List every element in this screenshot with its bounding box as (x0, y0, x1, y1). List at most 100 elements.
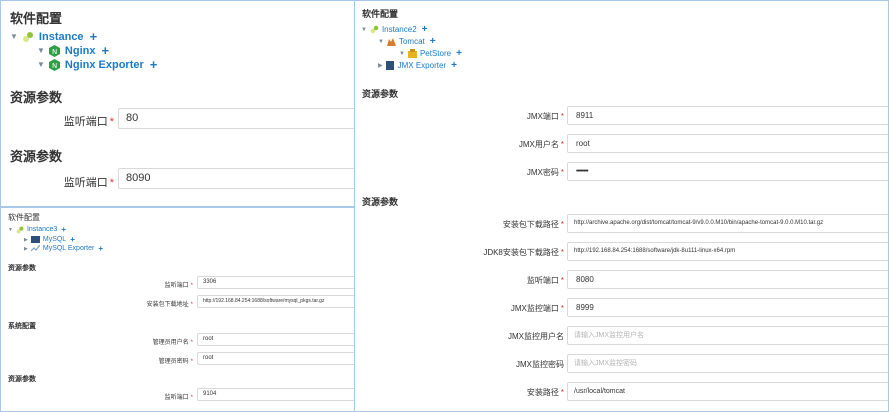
tree-node-instance2[interactable]: ▼ Instance2 + (361, 24, 428, 35)
add-icon[interactable]: + (430, 36, 436, 47)
jmx-username-input[interactable]: root (567, 134, 888, 153)
add-icon[interactable]: + (98, 244, 103, 253)
listen-port-input[interactable]: 9104 (197, 388, 354, 401)
field-label-text: JMX监控用户名 (508, 332, 564, 341)
jmx-monitor-password-input[interactable]: 请输入JMX监控密码 (567, 354, 888, 373)
tree-node-label[interactable]: Nginx Exporter (65, 59, 144, 71)
tree-node-petstore[interactable]: ▼ PetStore + (399, 48, 462, 59)
field-label: 安装包下载地址 * (61, 299, 193, 308)
tree-node-label[interactable]: Instance (39, 31, 84, 43)
listen-port-input[interactable]: 3306 (197, 276, 354, 289)
add-icon[interactable]: + (150, 57, 158, 72)
tree-node-label[interactable]: Instance3 (27, 226, 57, 233)
tree-node-mysql-exporter[interactable]: ▶ MySQL Exporter + (24, 244, 103, 253)
chevron-down-icon[interactable]: ▼ (8, 227, 13, 233)
jmx-password-input[interactable]: •••••••• (567, 162, 888, 181)
field-label: 管理员用户名 * (61, 337, 193, 346)
listen-port-input[interactable]: 80 (118, 108, 354, 129)
panel-title: 软件配置 (10, 11, 63, 26)
tree-node-label[interactable]: PetStore (420, 49, 451, 58)
chevron-down-icon[interactable]: ▼ (37, 46, 45, 55)
field-label: JMX监控用户名 (415, 331, 564, 342)
tree-node-tomcat[interactable]: ▼ Tomcat + (378, 36, 436, 47)
package-url-input[interactable]: http://192.168.84.254:1688/software/mysq… (197, 295, 354, 308)
tree-node-label[interactable]: Nginx (65, 45, 96, 57)
field-label: JDK8安装包下载路径 * (415, 247, 564, 258)
svg-text:N: N (52, 48, 57, 56)
instance-icon (16, 226, 24, 234)
tree-node-instance3[interactable]: ▼ Instance3 + (8, 225, 66, 234)
jmx-monitor-port-input[interactable]: 8999 (567, 298, 888, 317)
field-label: JMX监控密码 (415, 359, 564, 370)
chevron-right-icon[interactable]: ▶ (24, 246, 28, 252)
tree-node-mysql[interactable]: ▶ MySQL + (24, 235, 75, 244)
chevron-down-icon[interactable]: ▼ (361, 27, 367, 33)
required-mark: * (560, 220, 564, 229)
jmx-port-input[interactable]: 8911 (567, 106, 888, 125)
add-icon[interactable]: + (61, 225, 66, 234)
field-label-text: JMX监控端口 (510, 304, 559, 313)
panel-nginx: 软件配置 ▼ Instance + ▼ N Nginx + ▼ N Nginx … (0, 0, 355, 207)
install-path-input[interactable]: /usr/local/tomcat (567, 382, 888, 401)
add-icon[interactable]: + (422, 24, 428, 35)
instance-icon (22, 31, 34, 43)
tree-node-label[interactable]: Tomcat (399, 37, 425, 46)
jmx-monitor-username-input[interactable]: 请输入JMX监控用户名 (567, 326, 888, 345)
add-icon[interactable]: + (451, 60, 457, 71)
tree-node-nginx[interactable]: ▼ N Nginx + (37, 43, 109, 58)
required-mark: * (109, 177, 114, 189)
field-label: 监听端口 * (21, 174, 114, 190)
field-label: JMX密码 * (415, 167, 564, 178)
add-icon[interactable]: + (70, 235, 75, 244)
chevron-down-icon[interactable]: ▼ (10, 32, 18, 41)
required-mark: * (560, 168, 564, 177)
section-title: 资源参数 (10, 149, 63, 164)
petstore-icon (407, 49, 417, 58)
tree-node-label[interactable]: MySQL (43, 236, 66, 243)
tree-node-label[interactable]: MySQL Exporter (43, 245, 94, 252)
field-label-text: 监听端口 (526, 276, 559, 285)
tree-node-jmx-exporter[interactable]: ▶ JMX Exporter + (378, 60, 457, 71)
jdk-url-input[interactable]: http://192.168.84.254:1688/software/jdk-… (567, 242, 888, 261)
field-label: 管理员密码 * (61, 356, 193, 365)
chevron-down-icon[interactable]: ▼ (378, 39, 384, 45)
add-icon[interactable]: + (456, 48, 462, 59)
field-label-text: 管理员用户名 (152, 340, 189, 346)
admin-username-input[interactable]: root (197, 333, 354, 346)
chevron-down-icon[interactable]: ▼ (37, 60, 45, 69)
tree-node-nginx-exporter[interactable]: ▼ N Nginx Exporter + (37, 57, 157, 72)
field-label-text: 安装路径 (526, 388, 559, 397)
required-mark: * (190, 283, 193, 289)
svg-text:N: N (52, 62, 57, 70)
required-mark: * (190, 359, 193, 365)
admin-password-input[interactable]: root (197, 352, 354, 365)
jmx-icon (385, 61, 394, 70)
field-label: 监听端口 * (61, 280, 193, 289)
chevron-down-icon[interactable]: ▼ (399, 51, 405, 57)
nginx-icon: N (48, 58, 60, 71)
chevron-right-icon[interactable]: ▶ (378, 62, 383, 69)
listen-port-input[interactable]: 8090 (118, 168, 354, 189)
field-label-text: 管理员密码 (158, 359, 189, 365)
add-icon[interactable]: + (90, 29, 98, 44)
required-mark: * (560, 140, 564, 149)
tree-node-label[interactable]: JMX Exporter (398, 61, 446, 70)
exporter-icon (30, 244, 41, 252)
tree-node-label[interactable]: Instance2 (382, 25, 417, 34)
field-label: 安装路径 * (415, 387, 564, 398)
chevron-right-icon[interactable]: ▶ (24, 237, 28, 243)
package-url-input[interactable]: http://archive.apache.org/dist/tomcat/to… (567, 214, 888, 233)
nginx-icon: N (48, 44, 60, 57)
tree-node-instance[interactable]: ▼ Instance + (10, 29, 97, 44)
section-title: 资源参数 (8, 265, 36, 272)
required-mark: * (560, 248, 564, 257)
mysql-icon (30, 236, 40, 243)
listen-port-input[interactable]: 8080 (567, 270, 888, 289)
field-label: JMX端口 * (415, 111, 564, 122)
field-label: JMX监控端口 * (415, 303, 564, 314)
field-label-text: JMX端口 (526, 112, 559, 121)
section-title: 资源参数 (362, 89, 399, 99)
section-title: 资源参数 (362, 197, 399, 207)
add-icon[interactable]: + (101, 43, 109, 58)
required-mark: * (560, 276, 564, 285)
